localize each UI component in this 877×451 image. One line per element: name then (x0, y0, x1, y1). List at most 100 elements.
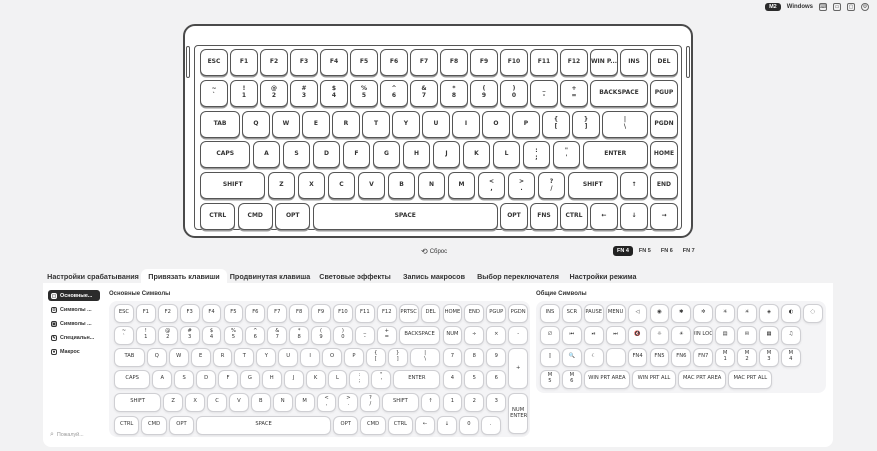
key-f1[interactable]: F1 (230, 49, 258, 76)
symbol-5[interactable]: 5 (464, 370, 485, 389)
key-t[interactable]: T (362, 110, 390, 138)
general-symbol-blank[interactable]: ⏮ (561, 326, 582, 345)
general-symbol-blank[interactable]: ✲ (693, 304, 714, 323)
general-symbol-fn5[interactable]: FN5 (649, 348, 670, 367)
tab-4[interactable]: Световые эффекты (313, 269, 397, 283)
key-q[interactable]: Q (242, 110, 270, 138)
key-pgup[interactable]: PGUP (650, 79, 678, 107)
general-symbol-scr[interactable]: SCR (561, 304, 582, 323)
key-f7[interactable]: F7 (410, 49, 438, 76)
reset-button[interactable]: ⟲ Сброс (421, 246, 455, 257)
tab-3[interactable]: Продвинутая клавиша (229, 269, 311, 283)
keyboard-icon[interactable]: ⌨ (819, 3, 827, 11)
symbol-a[interactable]: A (152, 370, 173, 389)
symbol-backspace[interactable]: BACKSPACE (398, 326, 441, 345)
general-symbol-blank[interactable]: ∅ (540, 326, 560, 345)
tab-6[interactable]: Выбор переключателя (470, 269, 566, 283)
general-symbol-m-3[interactable]: M3 (759, 348, 779, 367)
symbol-blank[interactable]: × (486, 326, 507, 345)
symbol-blank[interactable]: ← (415, 416, 436, 435)
key-shift[interactable]: SHIFT (567, 172, 618, 200)
key-2[interactable]: @2 (260, 79, 288, 107)
key-blank[interactable]: ~ ` (200, 79, 228, 107)
key-e[interactable]: E (302, 110, 330, 138)
key-f9[interactable]: F9 (470, 49, 498, 76)
tab-5[interactable]: Запись макросов (395, 269, 473, 283)
general-symbol-blank[interactable]: ⏯ (583, 326, 604, 345)
key-space[interactable]: SPACE (312, 203, 498, 230)
general-symbol-menu[interactable]: MENU (605, 304, 626, 323)
fn-layer-6[interactable]: FN 6 (657, 246, 677, 256)
key-i[interactable]: I (452, 110, 480, 138)
key-v[interactable]: V (357, 172, 386, 200)
key-j[interactable]: J (432, 141, 461, 169)
key-s[interactable]: S (282, 141, 311, 169)
symbol-m[interactable]: M (294, 393, 315, 412)
general-symbol-blank[interactable]: ☾ (583, 348, 604, 367)
sidebar-item-2[interactable]: ♲ Символы ... (48, 304, 100, 315)
symbol-t[interactable]: T (234, 348, 255, 367)
key-7[interactable]: & 7 (410, 79, 438, 107)
symbol-cmd[interactable]: CMD (141, 416, 167, 435)
key-blank[interactable]: }] (572, 110, 600, 138)
key-blank[interactable]: ? / (537, 172, 566, 200)
symbol-2[interactable]: 2 (464, 393, 485, 412)
symbol-blank[interactable]: " ' (371, 370, 392, 389)
symbol-c[interactable]: C (207, 393, 227, 412)
symbol-blank[interactable]: . (480, 416, 501, 435)
key-backspace[interactable]: BACKSPACE (590, 79, 648, 107)
general-symbol-blank[interactable]: ✳ (715, 304, 736, 323)
key-blank[interactable]: _ - (530, 79, 558, 107)
key-del[interactable]: DEL (650, 49, 678, 76)
symbol-z[interactable]: Z (163, 393, 184, 412)
key-w[interactable]: W (272, 110, 300, 138)
key-blank[interactable]: ↑ (620, 172, 648, 200)
symbol-cmd[interactable]: CMD (360, 416, 386, 435)
general-symbol-pause[interactable]: PAUSE (583, 304, 604, 323)
general-symbol-ins[interactable]: INS (540, 304, 560, 323)
key-d[interactable]: D (312, 141, 341, 169)
general-symbol-mac-prt-area[interactable]: MAC PRT AREA (677, 370, 727, 389)
symbol-f1[interactable]: F1 (135, 304, 156, 323)
key-end[interactable]: END (650, 172, 678, 200)
key-blank[interactable]: | \ (602, 110, 648, 138)
key-o[interactable]: O (482, 110, 510, 138)
general-symbol-win-lock[interactable]: WIN LOCK (693, 326, 714, 345)
symbol-9[interactable]: 9 (486, 348, 507, 367)
symbol-blank[interactable]: + = (376, 326, 397, 345)
symbol-f4[interactable]: F4 (201, 304, 222, 323)
symbol-opt[interactable]: OPT (333, 416, 359, 435)
symbol-1[interactable]: 1 (442, 393, 463, 412)
key-ctrl[interactable]: CTRL (560, 203, 588, 230)
symbol-enter[interactable]: ENTER (393, 370, 441, 389)
general-symbol-blank[interactable]: ♫ (780, 326, 801, 345)
symbol-pgup[interactable]: PGUP (486, 304, 507, 323)
key-p[interactable]: P (512, 110, 540, 138)
key-ins[interactable]: INS (620, 49, 648, 76)
symbol-v[interactable]: V (228, 393, 249, 412)
symbol-s[interactable]: S (174, 370, 195, 389)
symbol-p[interactable]: P (343, 348, 364, 367)
key-8[interactable]: * 8 (440, 79, 468, 107)
symbol-ctrl[interactable]: CTRL (387, 416, 414, 435)
general-symbol-blank[interactable]: ◌ (802, 304, 823, 323)
symbol-shift[interactable]: SHIFT (382, 393, 419, 412)
key-f11[interactable]: F11 (530, 49, 558, 76)
symbol-shift[interactable]: SHIFT (114, 393, 162, 412)
symbol-x[interactable]: X (185, 393, 206, 412)
symbol-2[interactable]: @2 (157, 326, 178, 345)
symbol-blank[interactable]: - (508, 326, 529, 345)
key-fns[interactable]: FNS (530, 203, 558, 230)
monitor-icon[interactable]: ▭ (833, 3, 841, 11)
symbol-d[interactable]: D (196, 370, 217, 389)
general-symbol-blank[interactable]: ✉ (737, 326, 757, 345)
general-symbol-blank[interactable]: ◁ (627, 304, 648, 323)
symbol-q[interactable]: Q (146, 348, 167, 367)
symbol-blank[interactable]: >. (338, 393, 359, 412)
symbol-o[interactable]: O (322, 348, 342, 367)
symbol-home[interactable]: HOME (442, 304, 463, 323)
symbol-f7[interactable]: F7 (267, 304, 288, 323)
key-f[interactable]: F (342, 141, 371, 169)
symbol-3[interactable]: 3 (486, 393, 507, 412)
symbol-5[interactable]: % 5 (223, 326, 244, 345)
